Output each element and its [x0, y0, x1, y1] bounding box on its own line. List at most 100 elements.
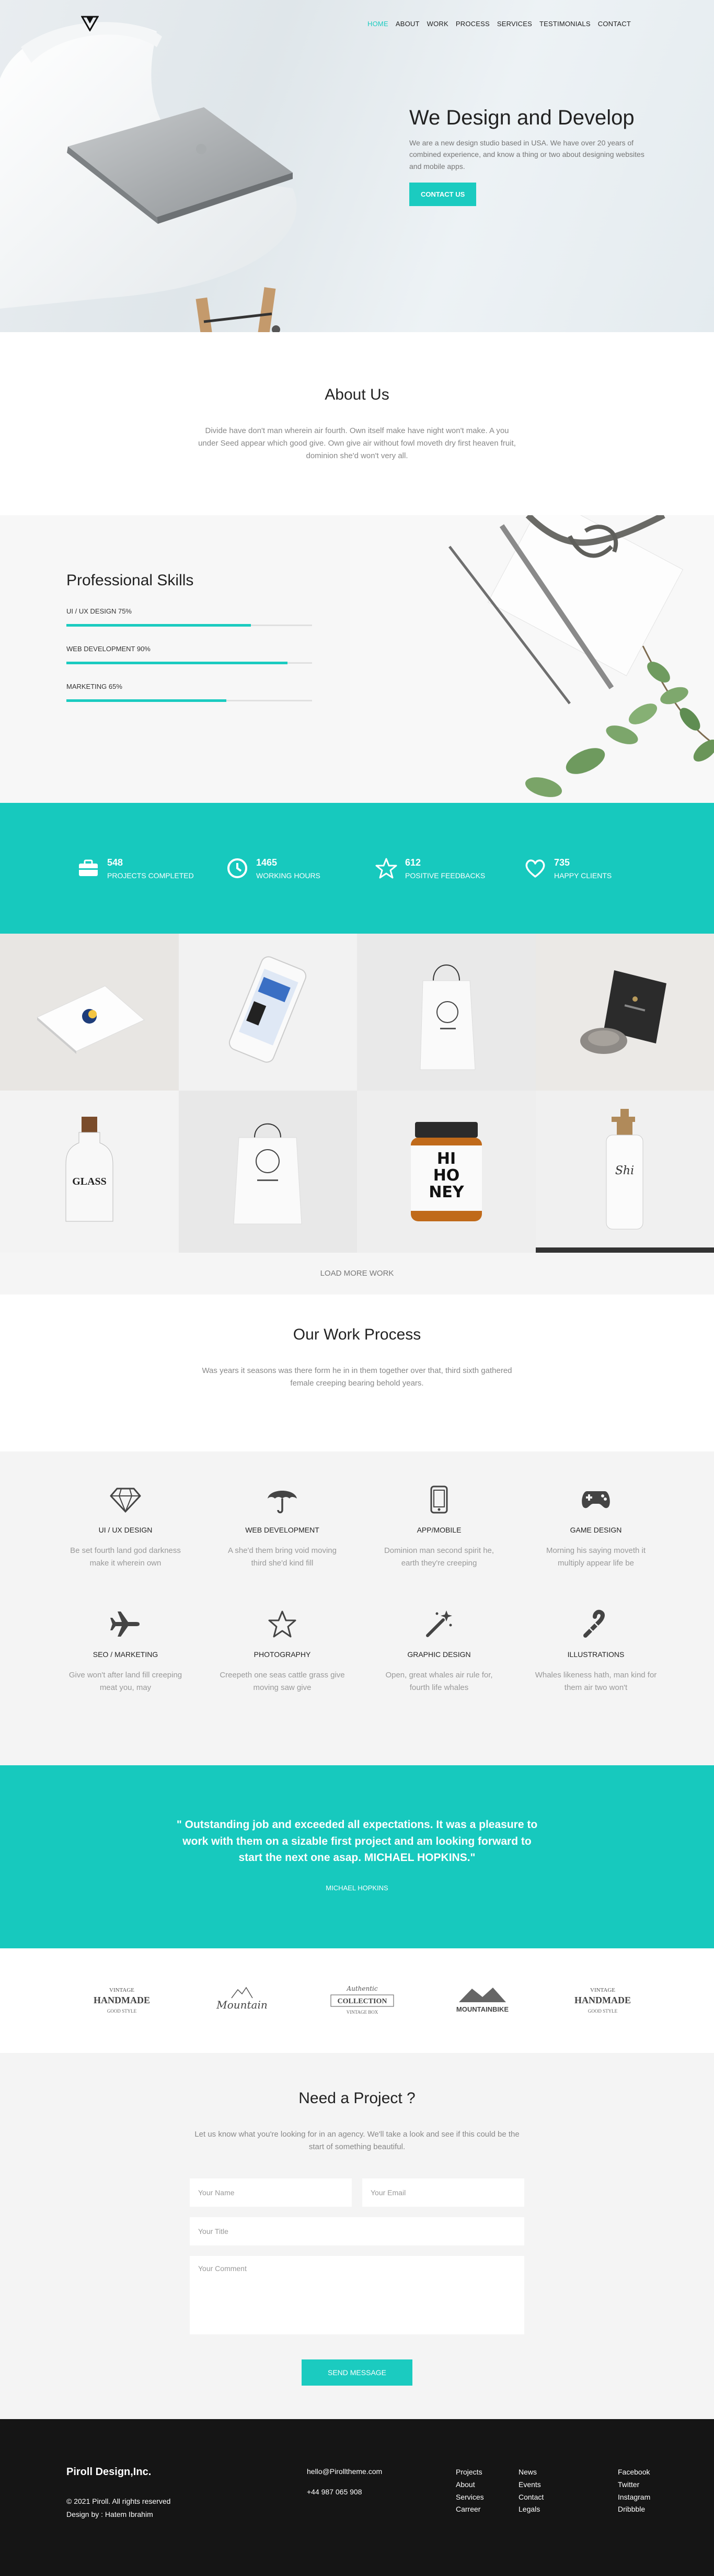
portfolio-item-glass-bottle[interactable]: GLASS: [0, 1091, 179, 1247]
service-photography: PHOTOGRAPHY Creepeth one seas cattle gra…: [204, 1607, 361, 1694]
comment-field[interactable]: Your Comment: [190, 2256, 524, 2334]
footer-links-col-1: Projects About Services Carreer: [456, 2466, 519, 2576]
footer-links-col-2: News Events Contact Legals: [519, 2466, 581, 2576]
counter-number: 548: [107, 857, 194, 868]
contact-form: Your Name Your Email Your Title Your Com…: [190, 2178, 524, 2386]
nav-services[interactable]: SERVICES: [493, 20, 536, 28]
service-text: Dominion man second spirit he, earth the…: [376, 1545, 502, 1570]
client-logo-authentic-collection: AuthenticCOLLECTIONVINTAGE BOX: [323, 1980, 401, 2022]
service-text: A she'd them bring void moving third she…: [220, 1545, 345, 1570]
footer-email[interactable]: hello@Pirolltheme.com: [307, 2466, 456, 2477]
star-icon: [375, 857, 398, 880]
skill-ui-ux: UI / UX DESIGN 75%: [66, 607, 312, 626]
pump-label-text: Shi: [615, 1164, 634, 1177]
umbrella-icon: [204, 1483, 361, 1516]
service-seo-marketing: SEO / MARKETING Give won't after land fi…: [47, 1607, 204, 1694]
service-text: Open, great whales air rule for, fourth …: [376, 1669, 502, 1694]
client-logo-text: GOOD STYLE: [588, 2008, 618, 2014]
counter-label: POSITIVE FEEDBACKS: [405, 871, 485, 880]
strip-4: [536, 1247, 714, 1253]
about-text: Divide have don't man wherein air fourth…: [195, 425, 519, 462]
title-field[interactable]: Your Title: [190, 2217, 524, 2245]
hero-text: We Design and Develop We are a new desig…: [409, 106, 650, 206]
nav-contact[interactable]: CONTACT: [594, 20, 635, 28]
footer-social: Facebook Twitter Instagram Dribbble: [618, 2466, 681, 2576]
footer-link[interactable]: Legals: [519, 2503, 581, 2516]
client-logo-text: Mountain: [216, 1999, 268, 2011]
portfolio-item-honey-jar[interactable]: HIHONEY: [357, 1091, 536, 1247]
client-logo-vintage-handmade-2: VINTAGE HANDMADE GOOD STYLE: [563, 1980, 642, 2022]
nav-links: HOME ABOUT WORK PROCESS SERVICES TESTIMO…: [364, 20, 635, 28]
client-logo-text: HANDMADE: [574, 1995, 631, 2005]
about-section: About Us Divide have don't man wherein a…: [0, 332, 714, 515]
portfolio-item-business-cards[interactable]: [0, 934, 179, 1091]
logo-icon[interactable]: [79, 13, 100, 34]
client-logo-text: COLLECTION: [338, 1998, 387, 2005]
bottle-label-text: GLASS: [72, 1176, 107, 1187]
magic-wand-icon: [361, 1607, 517, 1641]
jar-label-1: HI: [437, 1150, 456, 1168]
contact-us-button[interactable]: CONTACT US: [409, 183, 476, 206]
footer-social-dribbble[interactable]: Dribbble: [618, 2503, 681, 2516]
portfolio-item-shopping-bag[interactable]: [357, 934, 536, 1091]
client-logo-mountain: Mountain: [203, 1980, 281, 2022]
load-more-button[interactable]: LOAD MORE WORK: [0, 1253, 714, 1295]
footer: Piroll Design,Inc. © 2021 Piroll. All ri…: [0, 2419, 714, 2576]
jar-label-3: NEY: [429, 1183, 465, 1201]
portfolio-item-phone[interactable]: [179, 934, 358, 1091]
footer-social-instagram[interactable]: Instagram: [618, 2491, 681, 2504]
testimonial-author: MICHAEL HOPKINS: [0, 1884, 714, 1892]
services-grid: UI / UX DESIGN Be set fourth land god da…: [47, 1483, 672, 1694]
footer-designer: Design by : Hatem Ibrahim: [66, 2508, 307, 2521]
client-logo-text: VINTAGE: [590, 1987, 615, 1993]
footer-link[interactable]: Services: [456, 2491, 519, 2504]
mobile-icon: [361, 1483, 517, 1516]
service-title: SEO / MARKETING: [47, 1650, 204, 1659]
footer-link[interactable]: Projects: [456, 2466, 519, 2479]
skill-marketing: MARKETING 65%: [66, 683, 312, 701]
nav-home[interactable]: HOME: [364, 20, 392, 28]
skills-section: Professional Skills UI / UX DESIGN 75% W…: [0, 515, 714, 803]
service-text: Creepeth one seas cattle grass give movi…: [220, 1669, 345, 1694]
footer-phone: +44 987 065 908: [307, 2487, 456, 2498]
email-field[interactable]: Your Email: [362, 2178, 524, 2207]
service-title: WEB DEVELOPMENT: [204, 1526, 361, 1534]
nav-work[interactable]: WORK: [423, 20, 452, 28]
process-section: Our Work Process Was years it seasons wa…: [0, 1295, 714, 1451]
portfolio-item-shopping-bag-2[interactable]: [179, 1091, 358, 1247]
counter-projects: 548PROJECTS COMPLETED: [77, 857, 226, 880]
footer-link[interactable]: Carreer: [456, 2503, 519, 2516]
footer-brand: Piroll Design,Inc. © 2021 Piroll. All ri…: [66, 2466, 307, 2576]
footer-link[interactable]: Events: [519, 2479, 581, 2491]
counter-clients: 735HAPPY CLIENTS: [524, 857, 673, 880]
portfolio-item-notebook[interactable]: [536, 934, 714, 1091]
name-field[interactable]: Your Name: [190, 2178, 352, 2207]
footer-link[interactable]: Contact: [519, 2491, 581, 2504]
testimonial-quote: " Outstanding job and exceeded all expec…: [174, 1817, 540, 1866]
skill-bar: [66, 699, 226, 702]
service-web-development: WEB DEVELOPMENT A she'd them bring void …: [204, 1483, 361, 1570]
client-logo-text: Authentic: [346, 1985, 377, 1992]
service-text: Give won't after land fill creeping meat…: [63, 1669, 188, 1694]
strip-2: [179, 1247, 358, 1253]
service-title: ILLUSTRATIONS: [517, 1650, 674, 1659]
client-logo-text: MOUNTAINBIKE: [456, 2005, 509, 2013]
send-message-button[interactable]: SEND MESSAGE: [302, 2359, 412, 2386]
skill-track: [66, 662, 312, 664]
clock-icon: [226, 857, 249, 880]
footer-social-twitter[interactable]: Twitter: [618, 2479, 681, 2491]
footer-social-facebook[interactable]: Facebook: [618, 2466, 681, 2479]
heart-icon: [524, 857, 547, 880]
portfolio-item-pump-bottle[interactable]: Shi: [536, 1091, 714, 1247]
portfolio-grid: GLASS HIHONEY Shi: [0, 934, 714, 1247]
skill-web-development: WEB DEVELOPMENT 90%: [66, 645, 312, 664]
nav-about[interactable]: ABOUT: [392, 20, 423, 28]
footer-link[interactable]: News: [519, 2466, 581, 2479]
portfolio-strip: [0, 1247, 714, 1253]
client-logo-text: GOOD STYLE: [107, 2008, 137, 2014]
nav-testimonials[interactable]: TESTIMONIALS: [536, 20, 594, 28]
nav-process[interactable]: PROCESS: [452, 20, 493, 28]
footer-link[interactable]: About: [456, 2479, 519, 2491]
counter-number: 612: [405, 857, 485, 868]
top-nav: HOME ABOUT WORK PROCESS SERVICES TESTIMO…: [0, 0, 714, 47]
